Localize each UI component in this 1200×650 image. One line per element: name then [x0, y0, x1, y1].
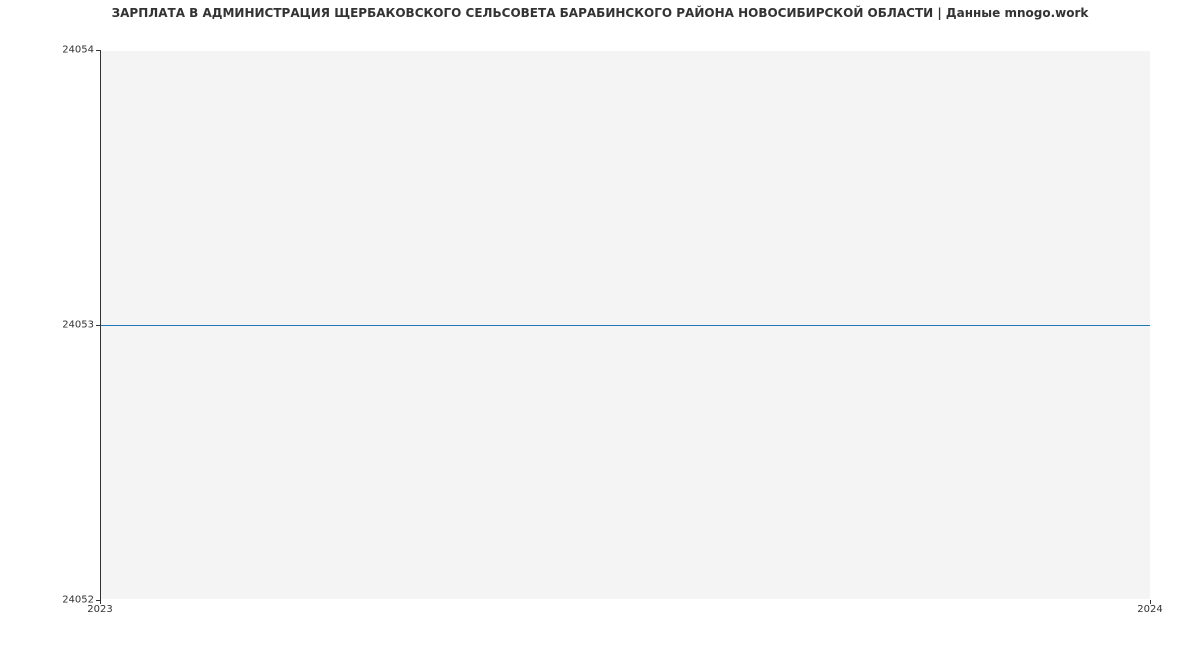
x-tick-mark — [1150, 600, 1151, 604]
y-tick-label: 24054 — [4, 45, 94, 56]
gridline — [101, 50, 1150, 51]
x-tick-label: 2024 — [1137, 604, 1162, 615]
y-tick-label: 24052 — [4, 595, 94, 606]
x-tick-mark — [100, 600, 101, 604]
chart-title: ЗАРПЛАТА В АДМИНИСТРАЦИЯ ЩЕРБАКОВСКОГО С… — [0, 6, 1200, 20]
x-tick-label: 2023 — [87, 604, 112, 615]
y-tick-label: 24053 — [4, 320, 94, 331]
data-line — [101, 325, 1150, 326]
plot-area — [100, 50, 1150, 600]
salary-line-chart: ЗАРПЛАТА В АДМИНИСТРАЦИЯ ЩЕРБАКОВСКОГО С… — [0, 0, 1200, 650]
gridline — [101, 599, 1150, 600]
